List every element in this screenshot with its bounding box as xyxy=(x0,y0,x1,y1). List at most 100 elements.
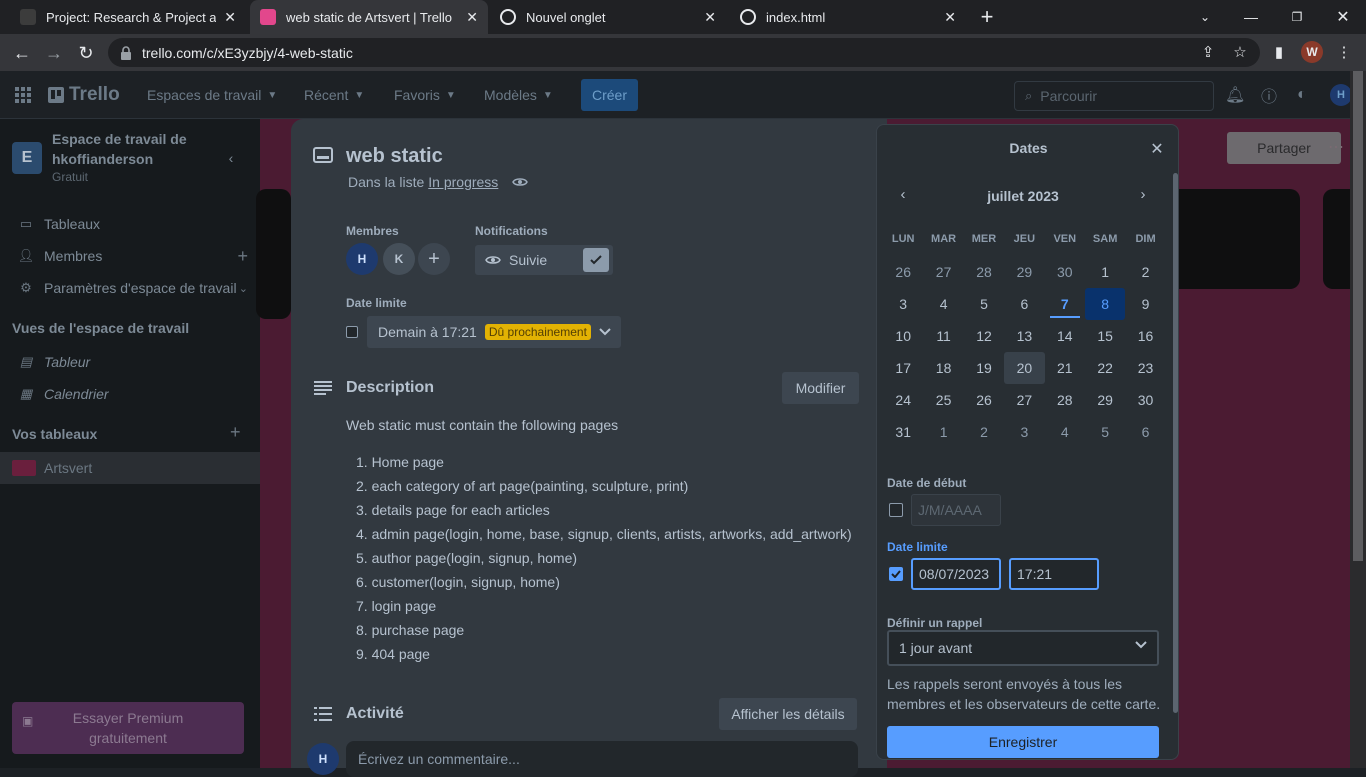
collapse-sidebar-icon[interactable]: ‹ xyxy=(218,145,244,171)
url-bar[interactable]: trello.com/c/xE3yzbjy/4-web-static xyxy=(108,38,1260,67)
browser-tab-project[interactable]: Project: Research & Project appro ✕ xyxy=(10,0,246,34)
calendar-day[interactable]: 11 xyxy=(923,320,963,352)
calendar-day[interactable]: 30 xyxy=(1125,384,1165,416)
calendar-day[interactable]: 5 xyxy=(964,288,1004,320)
calendar-day[interactable]: 5 xyxy=(1085,416,1125,448)
chrome-menu-icon[interactable]: ⋮ xyxy=(1333,41,1355,63)
calendar-day[interactable]: 31 xyxy=(883,416,923,448)
templates-menu[interactable]: Modèles ▼ xyxy=(484,71,553,119)
reminder-select[interactable]: 1 jour avant xyxy=(887,630,1159,666)
next-month-icon[interactable]: › xyxy=(1131,182,1155,206)
calendar-day[interactable]: 24 xyxy=(883,384,923,416)
calendar-day[interactable]: 1 xyxy=(923,416,963,448)
calendar-day[interactable]: 26 xyxy=(964,384,1004,416)
calendar-day[interactable]: 29 xyxy=(1085,384,1125,416)
browser-tab-index[interactable]: index.html ✕ xyxy=(730,0,966,34)
search-input[interactable]: ⌕ Parcourir xyxy=(1014,81,1214,111)
start-date-checkbox[interactable] xyxy=(889,503,903,517)
calendar-day[interactable]: 28 xyxy=(964,256,1004,288)
watch-button[interactable]: Suivie xyxy=(475,245,613,275)
save-button[interactable]: Enregistrer xyxy=(887,726,1159,758)
calendar-day[interactable]: 13 xyxy=(1004,320,1044,352)
list-link[interactable]: In progress xyxy=(428,174,498,190)
browser-tab-new[interactable]: Nouvel onglet ✕ xyxy=(490,0,726,34)
close-window-icon[interactable]: ✕ xyxy=(1320,0,1366,34)
scrollbar-thumb[interactable] xyxy=(1353,71,1363,561)
calendar-day[interactable]: 2 xyxy=(964,416,1004,448)
calendar-day[interactable]: 15 xyxy=(1085,320,1125,352)
calendar-day-hovered[interactable]: 20 xyxy=(1004,352,1045,384)
calendar-day[interactable]: 14 xyxy=(1045,320,1085,352)
sidebar-item-settings[interactable]: ⚙ Paramètres d'espace de travail ⌄ xyxy=(0,272,260,304)
calendar-day[interactable]: 3 xyxy=(1004,416,1044,448)
calendar-day[interactable]: 27 xyxy=(1004,384,1044,416)
tab-close-icon[interactable]: ✕ xyxy=(704,9,716,26)
calendar-day[interactable]: 23 xyxy=(1125,352,1165,384)
comment-input[interactable]: Écrivez un commentaire... xyxy=(346,741,858,777)
calendar-day[interactable]: 9 xyxy=(1125,288,1165,320)
member-avatar[interactable]: K xyxy=(383,243,415,275)
calendar-day[interactable]: 30 xyxy=(1045,256,1085,288)
calendar-day[interactable]: 26 xyxy=(883,256,923,288)
app-switcher-icon[interactable] xyxy=(14,71,32,119)
sidebar-board-artsvert[interactable]: Artsvert xyxy=(0,452,260,484)
notifications-bell-icon[interactable]: 🔔︎ xyxy=(1225,71,1245,119)
tab-close-icon[interactable]: ✕ xyxy=(224,9,236,26)
calendar-day[interactable]: 6 xyxy=(1004,288,1044,320)
calendar-day[interactable]: 18 xyxy=(923,352,963,384)
trello-logo[interactable]: Trello xyxy=(48,71,120,119)
sidebar-item-table-view[interactable]: ▤ Tableur xyxy=(0,346,260,378)
back-icon[interactable]: ← xyxy=(8,39,36,67)
tab-close-icon[interactable]: ✕ xyxy=(944,9,956,26)
due-date-button[interactable]: Demain à 17:21 Dû prochainement xyxy=(367,316,621,348)
due-date-input[interactable]: 08/07/2023 xyxy=(911,558,1001,590)
add-member-icon[interactable]: + xyxy=(418,243,450,275)
calendar-day[interactable]: 19 xyxy=(964,352,1004,384)
browser-tab-trello[interactable]: web static de Artsvert | Trello ✕ xyxy=(250,0,488,34)
try-premium-button[interactable]: ▣ Essayer Premium gratuitement xyxy=(12,702,244,754)
due-complete-checkbox[interactable] xyxy=(346,326,358,338)
calendar-day[interactable]: 3 xyxy=(883,288,923,320)
forward-icon[interactable]: → xyxy=(40,39,68,67)
reload-icon[interactable]: ↻ xyxy=(72,39,100,67)
help-icon[interactable]: ⓘ xyxy=(1261,71,1277,119)
calendar-day[interactable]: 22 xyxy=(1085,352,1125,384)
add-member-icon[interactable]: + xyxy=(237,246,248,267)
more-icon[interactable]: ⋯ xyxy=(1328,137,1344,157)
close-icon[interactable]: ✕ xyxy=(1145,137,1169,161)
calendar-day-today[interactable]: 7 xyxy=(1045,288,1085,320)
bookmark-star-icon[interactable]: ☆ xyxy=(1229,41,1251,63)
calendar-day[interactable]: 27 xyxy=(923,256,963,288)
workspace-name[interactable]: Espace de travail de hkoffianderson xyxy=(52,129,202,169)
profile-avatar[interactable]: W xyxy=(1301,41,1323,63)
side-panel-icon[interactable]: ▮ xyxy=(1268,41,1290,63)
card-title[interactable]: web static xyxy=(346,145,443,168)
tab-close-icon[interactable]: ✕ xyxy=(466,9,478,26)
calendar-day[interactable]: 16 xyxy=(1125,320,1165,352)
recent-menu[interactable]: Récent ▼ xyxy=(304,71,364,119)
workspaces-menu[interactable]: Espaces de travail ▼ xyxy=(147,71,277,119)
calendar-day[interactable]: 17 xyxy=(883,352,923,384)
new-tab-icon[interactable]: + xyxy=(964,0,1010,34)
calendar-day[interactable]: 21 xyxy=(1045,352,1085,384)
due-date-checkbox[interactable] xyxy=(889,567,903,581)
calendar-day[interactable]: 2 xyxy=(1125,256,1165,288)
calendar-day[interactable]: 10 xyxy=(883,320,923,352)
starred-menu[interactable]: Favoris ▼ xyxy=(394,71,456,119)
calendar-day[interactable]: 4 xyxy=(923,288,963,320)
account-avatar[interactable]: H xyxy=(1330,71,1352,119)
edit-description-button[interactable]: Modifier xyxy=(782,372,859,404)
sidebar-item-boards[interactable]: ▭ Tableaux xyxy=(0,208,260,240)
calendar-day[interactable]: 1 xyxy=(1085,256,1125,288)
sidebar-item-calendar-view[interactable]: ▦ Calendrier xyxy=(0,378,260,410)
tab-search-icon[interactable]: ⌄ xyxy=(1182,0,1228,34)
theme-toggle-icon[interactable]: ◐ xyxy=(1297,71,1307,119)
popover-scrollbar[interactable] xyxy=(1173,173,1178,713)
show-details-button[interactable]: Afficher les détails xyxy=(719,698,857,730)
create-button[interactable]: Créer xyxy=(581,79,638,111)
share-page-icon[interactable]: ⇪ xyxy=(1197,41,1219,63)
minimize-icon[interactable]: — xyxy=(1228,0,1274,34)
share-button[interactable]: Partager xyxy=(1227,132,1341,164)
member-avatar[interactable]: H xyxy=(346,243,378,275)
add-board-icon[interactable]: + xyxy=(230,422,241,443)
